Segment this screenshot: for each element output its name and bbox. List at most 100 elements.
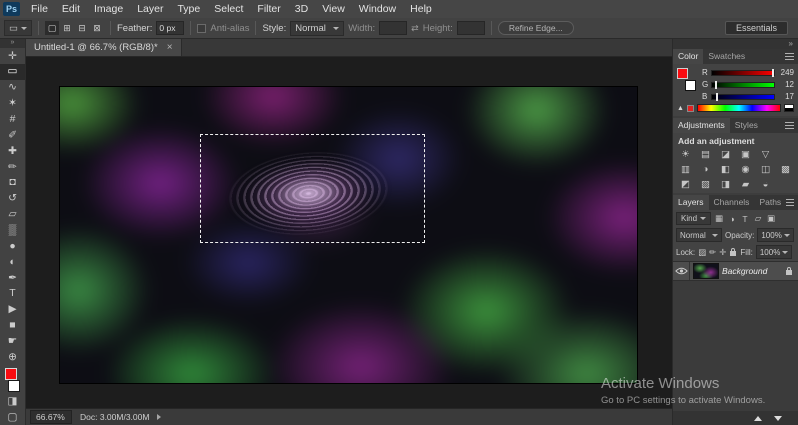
height-input[interactable] [456, 21, 485, 35]
menu-image[interactable]: Image [87, 1, 130, 17]
type-layer-filter-icon[interactable]: T [740, 214, 750, 224]
crop-tool[interactable]: # [0, 111, 25, 127]
red-slider-thumb[interactable] [772, 68, 775, 77]
layer-filter-kind-select[interactable]: Kind [676, 212, 712, 225]
photo-filter-icon[interactable]: ◉ [737, 163, 754, 175]
anti-alias-checkbox[interactable] [197, 23, 207, 33]
new-selection-button[interactable]: ▢ [44, 21, 59, 35]
feather-input[interactable] [156, 21, 185, 35]
hand-tool[interactable]: ☛ [0, 333, 25, 349]
foreground-color-swatch[interactable] [5, 368, 17, 381]
menu-edit[interactable]: Edit [55, 1, 87, 17]
dock-collapse-button[interactable]: » [673, 39, 798, 49]
tab-paths[interactable]: Paths [754, 195, 786, 210]
menu-filter[interactable]: Filter [250, 1, 287, 17]
refine-edge-button[interactable]: Refine Edge... [497, 21, 574, 35]
exposure-icon[interactable]: ▣ [737, 148, 754, 160]
invert-icon[interactable]: ◩ [677, 178, 694, 190]
workspace-switcher[interactable]: Essentials [724, 21, 788, 35]
foreground-color-swatch[interactable] [677, 68, 688, 79]
panel-menu-icon[interactable] [786, 199, 794, 206]
blend-mode-select[interactable]: Normal [676, 228, 722, 242]
menu-select[interactable]: Select [207, 1, 250, 17]
smart-object-filter-icon[interactable]: ▣ [766, 213, 776, 224]
panel-menu-icon[interactable] [785, 53, 794, 60]
gamut-swatch[interactable] [686, 104, 694, 112]
path-selection-tool[interactable]: ▶ [0, 302, 25, 318]
gamut-warning-icon[interactable]: ▲ [677, 105, 684, 112]
gradient-tool[interactable]: ▒ [0, 222, 25, 238]
panel-menu-icon[interactable] [785, 122, 794, 129]
add-to-selection-button[interactable]: ⊞ [60, 21, 74, 35]
menu-type[interactable]: Type [170, 1, 207, 17]
toolbar-collapse-button[interactable]: » [0, 39, 25, 48]
brush-tool[interactable]: ✏ [0, 159, 25, 175]
pen-tool[interactable]: ✒ [0, 270, 25, 286]
move-tool[interactable]: ✛ [0, 48, 25, 64]
menu-view[interactable]: View [315, 1, 352, 17]
zoom-level-field[interactable]: 66.67% [30, 410, 72, 424]
tab-adjustments[interactable]: Adjustments [673, 118, 730, 133]
subtract-from-selection-button[interactable]: ⊟ [75, 21, 89, 35]
red-slider[interactable] [711, 68, 775, 77]
adjustment-layer-filter-icon[interactable]: ◑ [727, 214, 737, 224]
lock-position-icon[interactable]: ✛ [719, 247, 726, 258]
posterize-icon[interactable]: ▨ [697, 178, 714, 190]
channel-mixer-icon[interactable]: ◫ [757, 163, 774, 175]
layer-row-background[interactable]: Background [673, 262, 798, 281]
tab-layers[interactable]: Layers [673, 195, 709, 210]
lock-transparency-icon[interactable]: ▨ [698, 247, 706, 258]
opacity-select[interactable]: 100% [757, 228, 794, 242]
eyedropper-tool[interactable]: ✐ [0, 127, 25, 143]
levels-icon[interactable]: ▤ [697, 148, 714, 160]
document-canvas[interactable] [59, 86, 638, 384]
tab-swatches[interactable]: Swatches [703, 49, 750, 64]
eraser-tool[interactable]: ▱ [0, 207, 25, 223]
status-options-arrow-icon[interactable] [157, 414, 162, 420]
lock-all-icon[interactable] [729, 247, 737, 257]
history-brush-tool[interactable]: ↺ [0, 191, 25, 207]
swap-width-height-icon[interactable]: ⇄ [411, 23, 419, 34]
brightness-contrast-icon[interactable]: ☀ [677, 148, 694, 160]
background-color-swatch[interactable] [685, 80, 696, 91]
pixel-layer-filter-icon[interactable]: ▦ [714, 213, 724, 224]
tab-styles[interactable]: Styles [730, 118, 763, 133]
menu-layer[interactable]: Layer [130, 1, 170, 17]
close-icon[interactable]: × [167, 42, 173, 53]
type-tool[interactable]: T [0, 286, 25, 302]
shape-tool[interactable]: ■ [0, 318, 25, 334]
color-spectrum-ramp[interactable] [696, 104, 781, 112]
blue-slider-thumb[interactable] [716, 92, 719, 101]
background-color-swatch[interactable] [8, 380, 20, 393]
lasso-tool[interactable]: ∿ [0, 80, 25, 96]
fill-select[interactable]: 100% [755, 245, 793, 259]
threshold-icon[interactable]: ◨ [717, 178, 734, 190]
style-select[interactable]: Normal [290, 20, 345, 36]
red-value[interactable]: 249 [778, 68, 794, 77]
hue-saturation-icon[interactable]: ▥ [677, 163, 694, 175]
vibrance-icon[interactable]: ▽ [757, 148, 774, 160]
shape-layer-filter-icon[interactable]: ▱ [753, 213, 763, 224]
quick-mask-button[interactable]: ◨ [0, 393, 25, 409]
layer-visibility-toggle[interactable] [673, 262, 690, 280]
scroll-down-icon[interactable] [774, 415, 782, 421]
selective-color-icon[interactable]: ◒ [757, 178, 774, 190]
lock-pixels-icon[interactable]: ✏ [709, 247, 716, 258]
width-input[interactable] [379, 21, 408, 35]
tab-channels[interactable]: Channels [709, 195, 755, 210]
curves-icon[interactable]: ◪ [717, 148, 734, 160]
black-white-ramp[interactable] [784, 104, 794, 112]
menu-3d[interactable]: 3D [288, 1, 315, 17]
black-white-icon[interactable]: ◧ [717, 163, 734, 175]
spot-healing-brush-tool[interactable]: ✚ [0, 143, 25, 159]
screen-mode-button[interactable]: ▢ [0, 409, 25, 425]
green-value[interactable]: 12 [778, 80, 794, 89]
blue-value[interactable]: 17 [778, 92, 794, 101]
clone-stamp-tool[interactable]: ◘ [0, 175, 25, 191]
blur-tool[interactable]: ● [0, 238, 25, 254]
document-tab[interactable]: Untitled-1 @ 66.7% (RGB/8)* × [26, 39, 182, 56]
scroll-up-icon[interactable] [754, 415, 762, 421]
menu-help[interactable]: Help [403, 1, 439, 17]
blue-slider[interactable] [711, 92, 775, 101]
green-slider[interactable] [711, 80, 775, 89]
